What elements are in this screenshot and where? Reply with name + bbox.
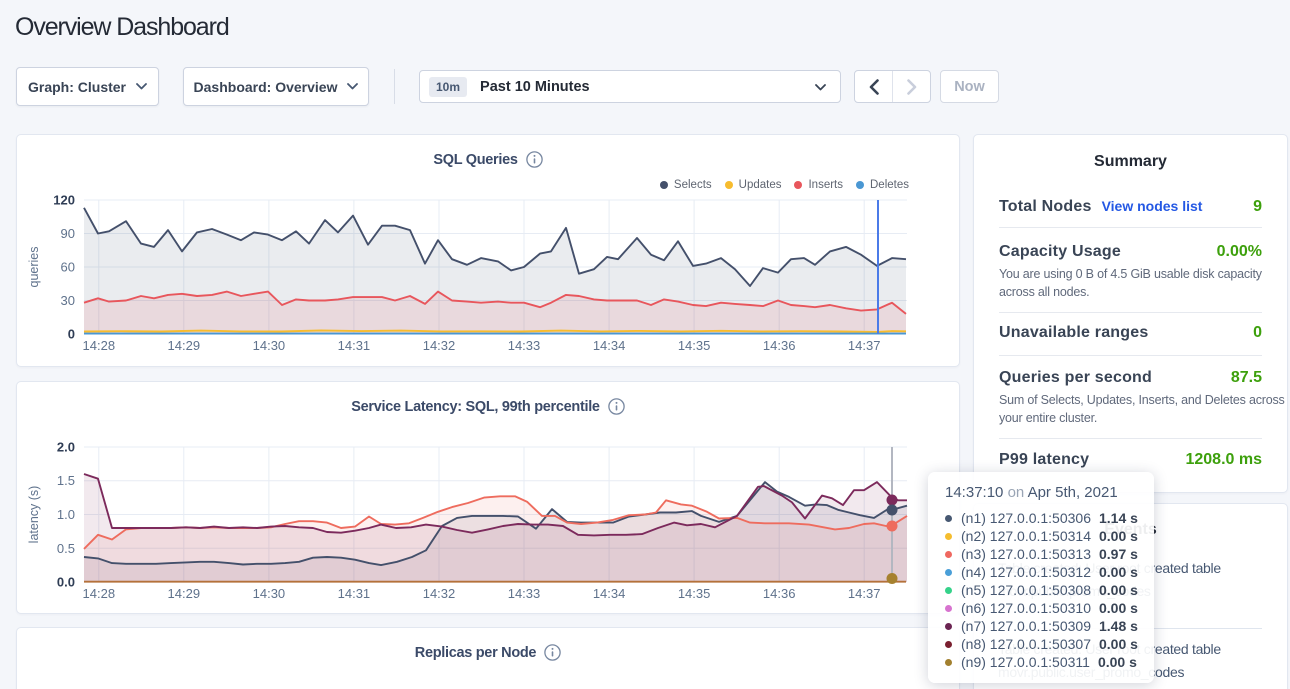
svg-text:14:32: 14:32 xyxy=(423,586,456,601)
svg-text:2.0: 2.0 xyxy=(57,440,75,455)
svg-text:14:37: 14:37 xyxy=(848,338,881,353)
svg-text:0.5: 0.5 xyxy=(57,541,75,556)
svg-text:latency (s): latency (s) xyxy=(27,486,41,544)
svg-text:30: 30 xyxy=(61,293,75,308)
svg-text:14:31: 14:31 xyxy=(338,586,371,601)
svg-text:14:34: 14:34 xyxy=(593,586,626,601)
svg-text:14:28: 14:28 xyxy=(83,586,116,601)
svg-text:14:33: 14:33 xyxy=(508,338,541,353)
svg-text:14:30: 14:30 xyxy=(253,586,286,601)
svg-text:0.0: 0.0 xyxy=(57,575,75,590)
svg-text:queries: queries xyxy=(27,247,41,288)
svg-text:14:36: 14:36 xyxy=(763,338,796,353)
svg-text:14:33: 14:33 xyxy=(508,586,541,601)
svg-text:0: 0 xyxy=(68,327,75,342)
svg-text:14:28: 14:28 xyxy=(83,338,116,353)
svg-text:14:31: 14:31 xyxy=(338,338,371,353)
svg-text:1.0: 1.0 xyxy=(57,507,75,522)
svg-text:14:32: 14:32 xyxy=(423,338,456,353)
svg-text:60: 60 xyxy=(61,260,75,275)
svg-text:14:29: 14:29 xyxy=(168,338,201,353)
svg-text:14:35: 14:35 xyxy=(678,338,711,353)
svg-text:14:37: 14:37 xyxy=(848,586,881,601)
svg-text:14:30: 14:30 xyxy=(253,338,286,353)
svg-text:1.5: 1.5 xyxy=(57,473,75,488)
svg-text:14:34: 14:34 xyxy=(593,338,626,353)
svg-text:90: 90 xyxy=(61,226,75,241)
svg-text:14:29: 14:29 xyxy=(168,586,201,601)
svg-text:14:36: 14:36 xyxy=(763,586,796,601)
svg-text:120: 120 xyxy=(53,193,75,208)
svg-text:14:35: 14:35 xyxy=(678,586,711,601)
